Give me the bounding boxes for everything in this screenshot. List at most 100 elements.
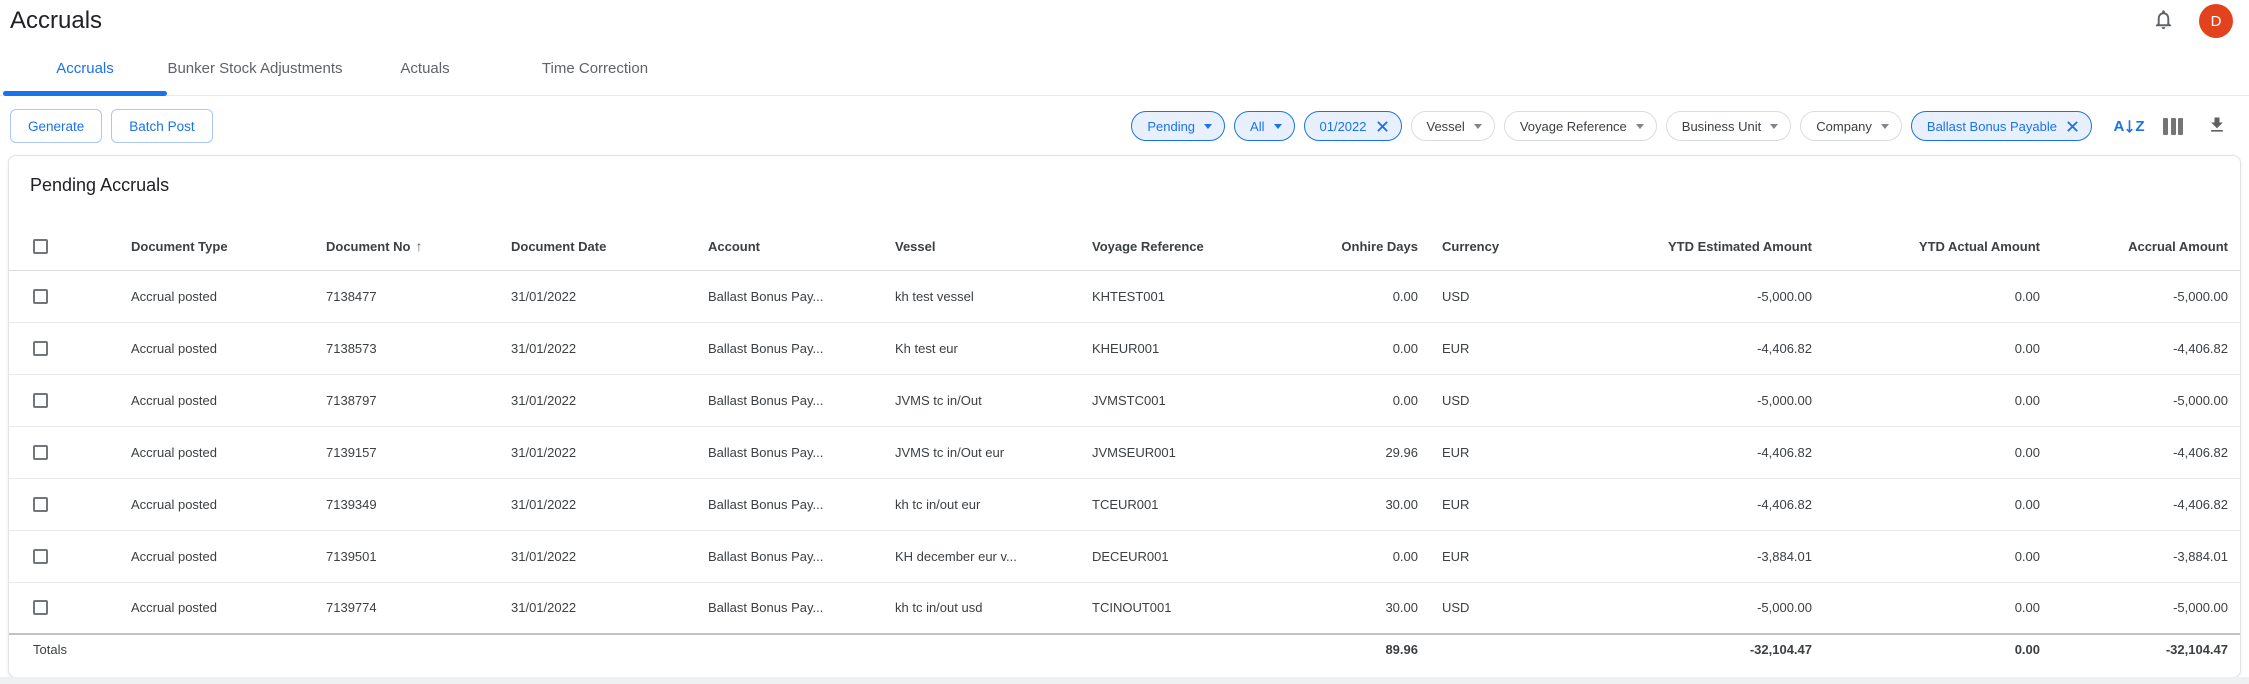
tab-label: Bunker Stock Adjustments: [167, 60, 342, 77]
cell-vessel: KH december eur v...: [883, 530, 1080, 582]
column-header-document-no[interactable]: Document No↑: [314, 223, 499, 270]
notifications-button[interactable]: [2152, 8, 2175, 34]
filter-chip-label: Vessel: [1427, 119, 1465, 134]
totals-accrual: -32,104.47: [2052, 634, 2240, 663]
chevron-down-icon: [1770, 124, 1778, 129]
tab-label: Actuals: [400, 60, 449, 77]
tab-time-correction[interactable]: Time Correction: [510, 42, 680, 95]
cell-account: Ballast Bonus Pay...: [696, 582, 883, 634]
filter-chip-ballast-bonus-payable[interactable]: Ballast Bonus Payable: [1911, 111, 2092, 141]
row-checkbox[interactable]: [33, 600, 48, 615]
filter-chip-company[interactable]: Company: [1800, 111, 1902, 141]
table-row[interactable]: Accrual posted713879731/01/2022Ballast B…: [9, 374, 2240, 426]
column-header-accrual-amount[interactable]: Accrual Amount: [2052, 223, 2240, 270]
cell-ytd-estimated-amount: -5,000.00: [1565, 374, 1824, 426]
filter-chip-label: Pending: [1147, 119, 1195, 134]
cell-ytd-actual-amount: 0.00: [1824, 322, 2052, 374]
cell-ytd-estimated-amount: -4,406.82: [1565, 322, 1824, 374]
row-select-cell: [9, 374, 119, 426]
download-button[interactable]: [2199, 109, 2235, 143]
tab-accruals[interactable]: Accruals: [0, 42, 170, 95]
columns-icon: [2163, 118, 2183, 135]
chevron-down-icon: [1474, 124, 1482, 129]
row-select-cell: [9, 270, 119, 322]
column-header-vessel[interactable]: Vessel: [883, 223, 1080, 270]
column-header-document-type[interactable]: Document Type: [119, 223, 314, 270]
column-header-voyage-reference[interactable]: Voyage Reference: [1080, 223, 1295, 270]
columns-button[interactable]: [2155, 109, 2191, 143]
column-header-onhire-days[interactable]: Onhire Days: [1295, 223, 1430, 270]
accruals-table: Document TypeDocument No↑Document DateAc…: [9, 223, 2240, 663]
cell-ytd-actual-amount: 0.00: [1824, 530, 2052, 582]
select-all-checkbox[interactable]: [33, 239, 48, 254]
select-all-cell: [9, 223, 119, 270]
filter-chip-voyage-reference[interactable]: Voyage Reference: [1504, 111, 1657, 141]
table-row[interactable]: Accrual posted713950131/01/2022Ballast B…: [9, 530, 2240, 582]
tab-actuals[interactable]: Actuals: [340, 42, 510, 95]
sort-alpha-button[interactable]: AZ: [2111, 109, 2147, 143]
table-header-row: Document TypeDocument No↑Document DateAc…: [9, 223, 2240, 270]
column-header-ytd-actual-amount[interactable]: YTD Actual Amount: [1824, 223, 2052, 270]
cell-ytd-actual-amount: 0.00: [1824, 478, 2052, 530]
cell-currency: USD: [1430, 270, 1565, 322]
column-header-ytd-estimated-amount[interactable]: YTD Estimated Amount: [1565, 223, 1824, 270]
cell-vessel: kh tc in/out usd: [883, 582, 1080, 634]
column-header-document-date[interactable]: Document Date: [499, 223, 696, 270]
filter-chip-all[interactable]: All: [1234, 111, 1294, 141]
cell-currency: EUR: [1430, 530, 1565, 582]
cell-ytd-estimated-amount: -5,000.00: [1565, 270, 1824, 322]
row-checkbox[interactable]: [33, 341, 48, 356]
filter-chip-business-unit[interactable]: Business Unit: [1666, 111, 1791, 141]
tab-label: Accruals: [56, 60, 114, 77]
cell-document-no: 7139501: [314, 530, 499, 582]
filter-chip-vessel[interactable]: Vessel: [1411, 111, 1495, 141]
filter-chip-pending[interactable]: Pending: [1131, 111, 1225, 141]
cell-currency: EUR: [1430, 426, 1565, 478]
row-checkbox[interactable]: [33, 289, 48, 304]
cell-onhire-days: 29.96: [1295, 426, 1430, 478]
table-row[interactable]: Accrual posted713847731/01/2022Ballast B…: [9, 270, 2240, 322]
table-row[interactable]: Accrual posted713915731/01/2022Ballast B…: [9, 426, 2240, 478]
cell-onhire-days: 0.00: [1295, 374, 1430, 426]
cell-account: Ballast Bonus Pay...: [696, 530, 883, 582]
cell-voyage-reference: TCEUR001: [1080, 478, 1295, 530]
cell-account: Ballast Bonus Pay...: [696, 374, 883, 426]
generate-button[interactable]: Generate: [10, 109, 102, 143]
filter-chip-01-2022[interactable]: 01/2022: [1304, 111, 1402, 141]
horizontal-scrollbar[interactable]: [0, 677, 2249, 684]
batch-post-button[interactable]: Batch Post: [111, 109, 212, 143]
totals-ytd-actual: 0.00: [1824, 634, 2052, 663]
row-checkbox[interactable]: [33, 393, 48, 408]
cell-ytd-estimated-amount: -5,000.00: [1565, 582, 1824, 634]
totals-currency-spacer: [1430, 634, 1565, 663]
filter-chips: Pending All 01/2022 Vessel Voyage Refere…: [1131, 111, 2092, 141]
close-icon[interactable]: [1376, 120, 1389, 133]
download-icon: [2207, 115, 2227, 138]
cell-document-date: 31/01/2022: [499, 530, 696, 582]
tab-bunker-stock-adjustments[interactable]: Bunker Stock Adjustments: [170, 42, 340, 95]
cell-account: Ballast Bonus Pay...: [696, 426, 883, 478]
row-select-cell: [9, 582, 119, 634]
row-checkbox[interactable]: [33, 549, 48, 564]
table-body: Accrual posted713847731/01/2022Ballast B…: [9, 270, 2240, 634]
avatar[interactable]: D: [2199, 4, 2233, 38]
table-row[interactable]: Accrual posted713857331/01/2022Ballast B…: [9, 322, 2240, 374]
row-checkbox[interactable]: [33, 445, 48, 460]
row-select-cell: [9, 530, 119, 582]
table-row[interactable]: Accrual posted713977431/01/2022Ballast B…: [9, 582, 2240, 634]
cell-document-type: Accrual posted: [119, 478, 314, 530]
row-select-cell: [9, 322, 119, 374]
cell-document-type: Accrual posted: [119, 530, 314, 582]
column-header-account[interactable]: Account: [696, 223, 883, 270]
row-checkbox[interactable]: [33, 497, 48, 512]
cell-voyage-reference: KHTEST001: [1080, 270, 1295, 322]
cell-voyage-reference: TCINOUT001: [1080, 582, 1295, 634]
top-bar: Accruals D: [0, 0, 2249, 42]
cell-account: Ballast Bonus Pay...: [696, 322, 883, 374]
cell-document-type: Accrual posted: [119, 426, 314, 478]
filter-chip-label: All: [1250, 119, 1264, 134]
close-icon[interactable]: [2066, 120, 2079, 133]
cell-voyage-reference: DECEUR001: [1080, 530, 1295, 582]
column-header-currency[interactable]: Currency: [1430, 223, 1565, 270]
table-row[interactable]: Accrual posted713934931/01/2022Ballast B…: [9, 478, 2240, 530]
